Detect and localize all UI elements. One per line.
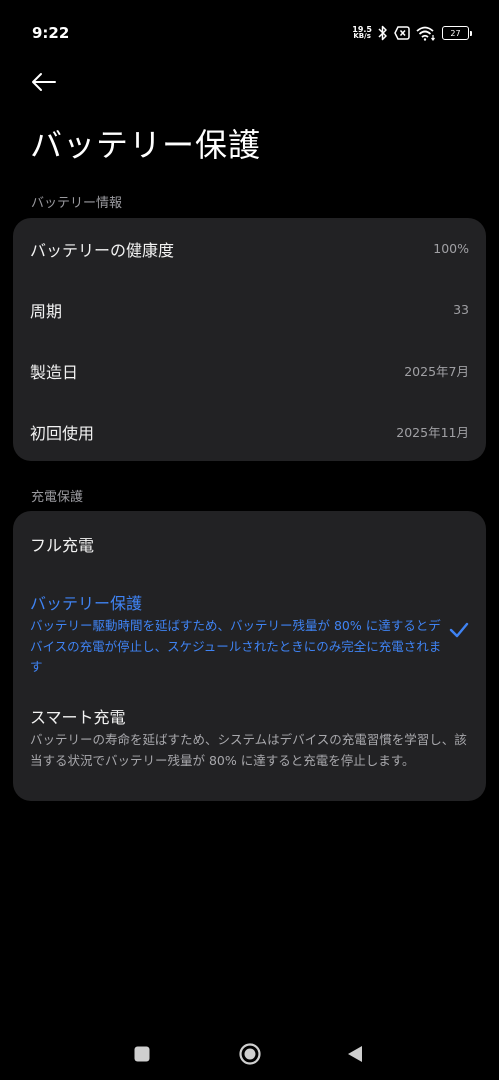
info-row-value: 2025年7月	[404, 364, 469, 379]
battery-protection-screen: 9:22 19.5 KB/s 27 バッテリー保護 バッテリー情報 バッテリーの…	[0, 0, 499, 1080]
info-row-value: 100%	[433, 241, 469, 256]
network-speed: 19.5 KB/s	[352, 26, 372, 40]
option-title: フル充電	[30, 536, 95, 555]
home-circle-icon	[239, 1043, 261, 1065]
back-button[interactable]	[28, 66, 60, 98]
info-row-label: バッテリーの健康度	[30, 240, 175, 260]
option-title: スマート充電	[30, 708, 126, 727]
recents-square-icon	[134, 1046, 150, 1062]
recents-button[interactable]	[128, 1040, 156, 1068]
option-full-charge[interactable]: フル充電	[30, 532, 472, 556]
info-row-first-use: 初回使用 2025年11月	[13, 401, 486, 462]
info-row-label: 周期	[30, 301, 63, 321]
page-title: バッテリー保護	[30, 126, 262, 164]
bluetooth-icon	[378, 25, 387, 41]
info-row-health: バッテリーの健康度 100%	[13, 218, 486, 279]
charge-protection-card: フル充電 バッテリー保護 バッテリー駆動時間を延ばすため、バッテリー残量が 80…	[13, 511, 486, 801]
battery-level: 27	[450, 28, 461, 38]
navigation-bar	[0, 1030, 499, 1078]
info-row-manufacture-date: 製造日 2025年7月	[13, 340, 486, 401]
wifi-icon	[416, 26, 435, 41]
back-arrow-icon	[32, 73, 56, 91]
section-label-charge-protection: 充電保護	[31, 490, 84, 505]
info-row-value: 2025年11月	[396, 425, 469, 440]
status-icons: 19.5 KB/s 27	[352, 24, 472, 42]
home-button[interactable]	[236, 1040, 264, 1068]
nav-back-button[interactable]	[341, 1040, 369, 1068]
status-bar: 9:22 19.5 KB/s 27	[0, 0, 499, 66]
battery-info-card: バッテリーの健康度 100% 周期 33 製造日 2025年7月 初回使用 20…	[13, 218, 486, 461]
option-title: バッテリー保護	[30, 594, 143, 613]
status-time: 9:22	[32, 24, 70, 42]
checkmark-icon	[449, 622, 469, 638]
no-sim-icon	[394, 26, 410, 40]
info-row-value: 33	[453, 302, 469, 317]
option-smart-charge[interactable]: スマート充電 バッテリーの寿命を延ばすため、システムはデバイスの充電習慣を学習し…	[30, 704, 472, 771]
info-row-cycles: 周期 33	[13, 279, 486, 340]
battery-icon: 27	[442, 26, 472, 40]
option-description: バッテリー駆動時間を延ばすため、バッテリー残量が 80% に達するとデバイスの充…	[30, 618, 442, 674]
info-row-label: 製造日	[30, 362, 79, 382]
section-label-battery-info: バッテリー情報	[31, 196, 123, 211]
network-speed-unit: KB/s	[353, 32, 371, 40]
info-row-label: 初回使用	[30, 423, 95, 443]
option-description: バッテリーの寿命を延ばすため、システムはデバイスの充電習慣を学習し、該当する状況…	[30, 732, 467, 768]
back-triangle-icon	[348, 1046, 362, 1062]
option-battery-protection[interactable]: バッテリー保護 バッテリー駆動時間を延ばすため、バッテリー残量が 80% に達す…	[30, 590, 472, 678]
